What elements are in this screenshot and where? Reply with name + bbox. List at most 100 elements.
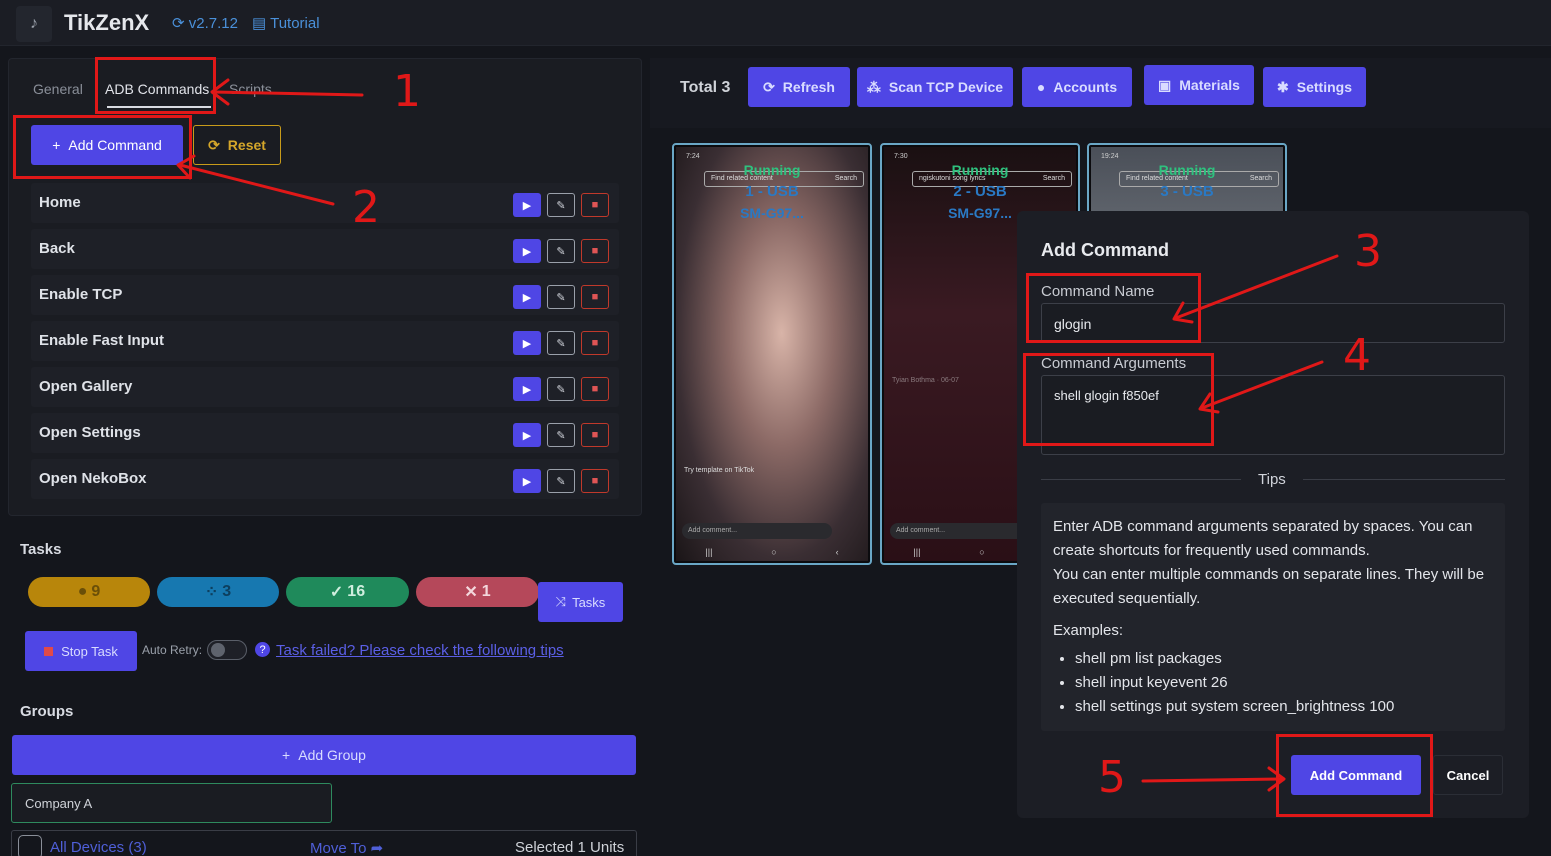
- trash-icon: ■: [591, 337, 599, 349]
- edit-icon: ✎: [556, 429, 566, 442]
- edit-icon: ✎: [556, 475, 566, 488]
- command-row: Home ▶ ✎ ■: [31, 183, 619, 223]
- device-status: Running: [951, 162, 1009, 178]
- scan-tcp-button[interactable]: ⁂ Scan TCP Device: [857, 67, 1013, 107]
- version-label: v2.7.12: [188, 15, 238, 32]
- device-id: 1 - USB: [745, 183, 799, 200]
- device-status: Running: [743, 162, 801, 178]
- command-name: Home: [39, 194, 81, 211]
- pending-count-badge[interactable]: ● 9: [28, 577, 150, 607]
- run-command-button[interactable]: ▶: [513, 469, 541, 493]
- success-count: 16: [347, 583, 366, 600]
- delete-command-button[interactable]: ■: [581, 469, 609, 493]
- command-name: Back: [39, 240, 75, 257]
- delete-command-button[interactable]: ■: [581, 331, 609, 355]
- command-name: Enable Fast Input: [39, 332, 165, 349]
- phone-caption: Tyian Bothma · 06-07: [892, 377, 959, 384]
- edit-command-button[interactable]: ✎: [547, 469, 575, 493]
- auto-retry-toggle[interactable]: [207, 640, 247, 660]
- divider: [1303, 479, 1505, 480]
- phone-clock: 7:24: [686, 153, 700, 160]
- annotation-box: [1023, 353, 1214, 446]
- delete-command-button[interactable]: ■: [581, 285, 609, 309]
- run-command-button[interactable]: ▶: [513, 331, 541, 355]
- network-icon: ⁂: [866, 78, 881, 95]
- run-command-button[interactable]: ▶: [513, 377, 541, 401]
- annotation-number: 4: [1343, 330, 1371, 381]
- edit-command-button[interactable]: ✎: [547, 193, 575, 217]
- edit-command-button[interactable]: ✎: [547, 331, 575, 355]
- play-icon: ▶: [522, 291, 532, 304]
- edit-command-button[interactable]: ✎: [547, 423, 575, 447]
- gear-icon: ✱: [1277, 78, 1289, 95]
- edit-command-button[interactable]: ✎: [547, 285, 575, 309]
- command-row: Enable TCP ▶ ✎ ■: [31, 275, 619, 315]
- annotation-box: [95, 57, 216, 114]
- trash-icon: ■: [591, 475, 599, 487]
- device-total: Total 3: [680, 79, 731, 96]
- device-card[interactable]: 7:24 Find related content Search Running…: [672, 143, 872, 565]
- add-group-button[interactable]: + Add Group: [12, 735, 636, 775]
- device-screen: 7:24 Find related content Search Running…: [676, 147, 868, 561]
- tutorial-link[interactable]: ▤ Tutorial: [252, 14, 320, 32]
- run-command-button[interactable]: ▶: [513, 193, 541, 217]
- run-command-button[interactable]: ▶: [513, 423, 541, 447]
- success-count-badge[interactable]: ✓ 16: [286, 577, 409, 607]
- delete-command-button[interactable]: ■: [581, 239, 609, 263]
- run-command-button[interactable]: ▶: [513, 239, 541, 263]
- x-icon: ✕: [464, 584, 478, 601]
- materials-button[interactable]: ▣ Materials: [1144, 65, 1254, 105]
- home-icon: ○: [979, 547, 985, 557]
- running-count: 3: [222, 583, 232, 600]
- refresh-button[interactable]: ⟳ Refresh: [748, 67, 850, 107]
- example-item: shell input keyevent 26: [1075, 671, 1493, 695]
- trash-icon: ■: [591, 199, 599, 211]
- phone-clock: 7:30: [894, 153, 908, 160]
- group-item[interactable]: Company A: [11, 783, 332, 823]
- run-command-button[interactable]: ▶: [513, 285, 541, 309]
- accounts-button[interactable]: ● Accounts: [1022, 67, 1132, 107]
- tab-general[interactable]: General: [33, 81, 83, 97]
- phone-comment-box: Add comment...: [682, 523, 832, 539]
- trash-icon: ■: [591, 291, 599, 303]
- tasks-button[interactable]: ⤨ Tasks: [538, 582, 623, 622]
- play-icon: ▶: [522, 383, 532, 396]
- edit-command-button[interactable]: ✎: [547, 239, 575, 263]
- shuffle-icon: ⤨: [555, 594, 567, 609]
- all-devices-link[interactable]: All Devices (3): [50, 839, 147, 856]
- tab-scripts[interactable]: Scripts: [229, 81, 272, 97]
- settings-button[interactable]: ✱ Settings: [1263, 67, 1366, 107]
- dialog-title: Add Command: [1041, 240, 1169, 260]
- edit-command-button[interactable]: ✎: [547, 377, 575, 401]
- device-model: SM-G97...: [740, 205, 804, 221]
- check-icon: ✓: [329, 584, 344, 601]
- trash-icon: ■: [591, 383, 599, 395]
- home-icon: ○: [771, 547, 777, 557]
- selected-count: Selected 1 Units: [515, 839, 625, 856]
- delete-command-button[interactable]: ■: [581, 423, 609, 447]
- move-to-link[interactable]: Move To ➦: [310, 839, 383, 856]
- cancel-button[interactable]: Cancel: [1433, 755, 1503, 795]
- task-help-link[interactable]: Task failed? Please check the following …: [276, 642, 564, 659]
- edit-icon: ✎: [556, 291, 566, 304]
- annotation-number: 2: [352, 182, 380, 233]
- tips-text-2: You can enter multiple commands on separ…: [1053, 566, 1485, 607]
- annotation-number: 5: [1098, 752, 1126, 803]
- play-icon: ▶: [522, 245, 532, 258]
- command-name: Open Gallery: [39, 378, 133, 395]
- select-all-checkbox[interactable]: [18, 835, 42, 856]
- annotation-number: 1: [393, 66, 421, 117]
- version-link[interactable]: ⟳ v2.7.12: [172, 14, 238, 32]
- failed-count-badge[interactable]: ✕ 1: [416, 577, 539, 607]
- trash-icon: ■: [591, 429, 599, 441]
- document-icon: ▤: [252, 15, 267, 32]
- running-count-badge[interactable]: ⁘ 3: [157, 577, 279, 607]
- tips-text-1: Enter ADB command arguments separated by…: [1053, 518, 1473, 559]
- reset-button[interactable]: ⟳ Reset: [193, 125, 281, 165]
- delete-command-button[interactable]: ■: [581, 377, 609, 401]
- refresh-icon: ⟳: [208, 136, 220, 153]
- recents-icon: |||: [913, 547, 921, 557]
- refresh-icon: ⟳: [763, 78, 775, 95]
- stop-task-button[interactable]: Stop Task: [25, 631, 137, 671]
- delete-command-button[interactable]: ■: [581, 193, 609, 217]
